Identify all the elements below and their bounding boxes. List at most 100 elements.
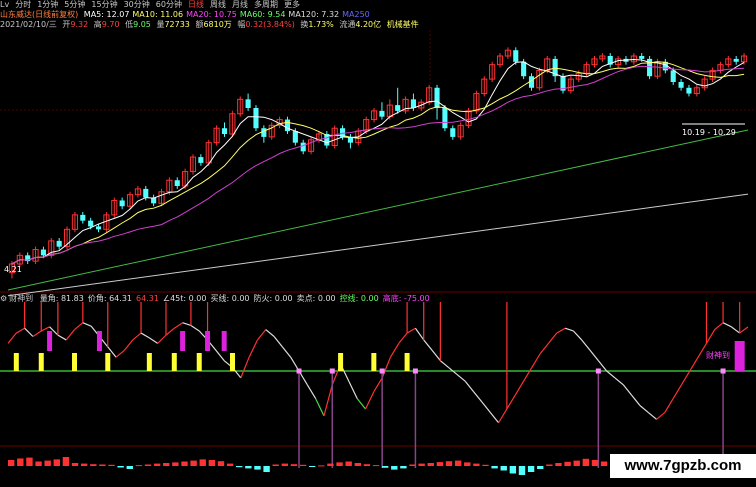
buy-signal-bar	[13, 353, 19, 371]
volume-bar[interactable]	[427, 463, 434, 466]
volume-bar[interactable]	[509, 466, 517, 474]
volume-bar[interactable]	[400, 466, 407, 469]
volume-bar[interactable]	[309, 466, 316, 467]
period-tab-7[interactable]: 日线	[188, 0, 204, 10]
period-tab-3[interactable]: 5分钟	[64, 0, 85, 10]
volume-bar[interactable]	[564, 461, 571, 466]
candle[interactable]	[442, 105, 448, 132]
volume-bar[interactable]	[190, 460, 197, 466]
candle-body	[95, 226, 102, 230]
volume-bar[interactable]	[163, 463, 170, 466]
candle-body	[639, 56, 645, 59]
volume-bar[interactable]	[144, 464, 152, 467]
period-tab-1[interactable]: 分时	[15, 0, 31, 10]
volume-bar[interactable]	[181, 461, 188, 467]
volume-bar[interactable]	[436, 462, 444, 466]
period-tab-9[interactable]: 月线	[232, 0, 248, 10]
volume-bar[interactable]	[172, 462, 179, 466]
volume-bar[interactable]	[464, 462, 471, 466]
volume-bar[interactable]	[290, 464, 298, 466]
volume-bar[interactable]	[254, 466, 261, 470]
volume-bar[interactable]	[600, 461, 608, 467]
volume-bar[interactable]	[518, 466, 526, 475]
volume-bar[interactable]	[26, 457, 33, 466]
candle-body	[521, 61, 527, 77]
volume-bar[interactable]	[281, 463, 289, 466]
candle-body	[670, 70, 676, 82]
candle-body	[253, 108, 259, 129]
volume-bar[interactable]	[445, 461, 453, 466]
volume-bar[interactable]	[236, 466, 243, 468]
volume-bar[interactable]	[591, 460, 599, 466]
watermark: www.7gpzb.com	[610, 454, 756, 478]
volume-bar[interactable]	[482, 464, 489, 466]
volume-bar[interactable]	[537, 466, 544, 469]
candle-body	[40, 249, 46, 256]
candle[interactable]	[253, 105, 259, 132]
indicator-field-7: 控线: 0.00	[339, 294, 379, 303]
volume-bar[interactable]	[80, 463, 88, 466]
volume-bar[interactable]	[491, 466, 498, 469]
candle-body	[395, 105, 401, 111]
volume-bar[interactable]	[117, 466, 124, 468]
volume-bar[interactable]	[573, 460, 580, 466]
volume-bar[interactable]	[299, 464, 307, 466]
volume-bar[interactable]	[62, 457, 70, 466]
volume-bar[interactable]	[454, 460, 462, 466]
volume-bar[interactable]	[226, 463, 234, 466]
period-tab-11[interactable]: 更多	[284, 0, 300, 10]
volume-bar[interactable]	[473, 463, 480, 466]
volume-bar[interactable]	[35, 461, 42, 467]
amount-value: 6810万	[203, 20, 232, 29]
volume-bar[interactable]	[71, 463, 79, 466]
volume-bar[interactable]	[99, 464, 106, 467]
volume-bar[interactable]	[336, 462, 343, 466]
volume-bar[interactable]	[527, 466, 535, 472]
volume-bar[interactable]	[363, 464, 371, 466]
volume-bar[interactable]	[199, 459, 206, 466]
period-tab-6[interactable]: 60分钟	[156, 0, 182, 10]
volume-bar[interactable]	[272, 464, 279, 467]
period-tab-8[interactable]: 周线	[210, 0, 226, 10]
period-tab-4[interactable]: 15分钟	[91, 0, 117, 10]
volume-bar[interactable]	[582, 458, 590, 466]
ma-legend-item-4: MA120: 7.32	[288, 10, 340, 19]
volume-bar[interactable]	[345, 461, 352, 467]
volume-bar[interactable]	[372, 465, 380, 467]
volume-bar[interactable]	[327, 463, 334, 466]
candle-body	[292, 131, 298, 143]
signal-label: 财神到	[706, 350, 730, 360]
candle-body	[245, 99, 251, 108]
volume-bar[interactable]	[17, 458, 24, 467]
volume-bar[interactable]	[135, 465, 143, 467]
volume-bar[interactable]	[409, 464, 416, 467]
open-value: 9.32	[70, 20, 89, 29]
indicator-name[interactable]: 财神到	[9, 294, 33, 303]
buy-signal-bar	[229, 353, 235, 371]
volume-bar[interactable]	[44, 460, 51, 466]
volume-bar[interactable]	[381, 466, 389, 468]
volume-bar[interactable]	[354, 463, 361, 466]
volume-bar[interactable]	[318, 465, 325, 467]
period-tab-2[interactable]: 1分钟	[37, 0, 58, 10]
volume-bar[interactable]	[108, 464, 115, 466]
volume-bar[interactable]	[555, 463, 562, 466]
volume-bar[interactable]	[391, 466, 398, 470]
volume-bar[interactable]	[546, 464, 553, 467]
volume-bar[interactable]	[263, 466, 270, 472]
period-tab-10[interactable]: 多周期	[254, 0, 278, 10]
period-tab-0[interactable]: Lv	[0, 0, 9, 10]
volume-bar[interactable]	[53, 459, 60, 466]
volume-bar[interactable]	[500, 466, 507, 471]
volume-bar[interactable]	[245, 466, 252, 469]
volume-bar[interactable]	[208, 460, 216, 466]
volume-bar[interactable]	[217, 461, 225, 466]
period-tab-5[interactable]: 30分钟	[124, 0, 150, 10]
volume-bar[interactable]	[126, 466, 133, 469]
candle[interactable]	[647, 56, 653, 80]
volume-bar[interactable]	[418, 463, 425, 466]
gear-icon[interactable]: ⚙	[0, 294, 7, 303]
volume-bar[interactable]	[153, 463, 161, 466]
volume-bar[interactable]	[8, 460, 15, 466]
volume-bar[interactable]	[90, 464, 97, 466]
